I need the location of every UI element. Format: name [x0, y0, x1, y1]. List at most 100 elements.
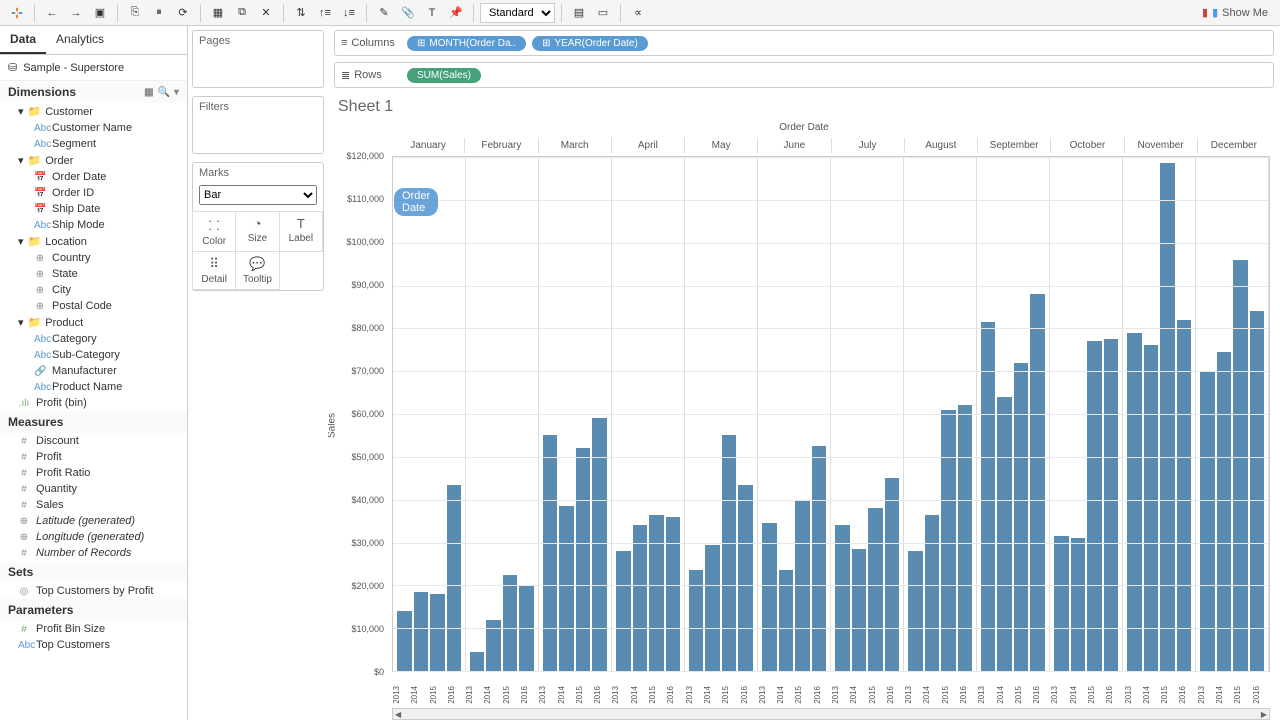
new-sheet-icon[interactable]: ▦	[207, 3, 229, 23]
parameter-item[interactable]: #Profit Bin Size	[0, 621, 187, 637]
bar[interactable]	[722, 435, 737, 671]
bar[interactable]	[430, 594, 445, 671]
sort-desc-icon[interactable]: ↓≡	[338, 3, 360, 23]
show-me-button[interactable]: ▮▮Show Me	[1196, 4, 1274, 21]
menu-icon[interactable]: ▾	[174, 87, 179, 98]
bar[interactable]	[835, 525, 850, 671]
bar[interactable]	[1030, 294, 1045, 671]
marks-color-button[interactable]: ⸬Color	[192, 211, 236, 252]
bar[interactable]	[908, 551, 923, 671]
field-ship-date[interactable]: 📅Ship Date	[0, 201, 187, 217]
sort-asc-icon[interactable]: ↑≡	[314, 3, 336, 23]
bar[interactable]	[1087, 341, 1102, 671]
field-manufacturer[interactable]: 🔗Manufacturer	[0, 363, 187, 379]
bar[interactable]	[812, 446, 827, 671]
columns-shelf[interactable]: ≡Columns ⊞MONTH(Order Da.. ⊞YEAR(Order D…	[334, 30, 1274, 56]
h-scrollbar[interactable]: ◀ ▶	[392, 708, 1270, 720]
refresh-icon[interactable]: ⟳	[172, 3, 194, 23]
bar[interactable]	[649, 515, 664, 671]
view-icon[interactable]: ▦	[144, 87, 153, 98]
new-datasource-icon[interactable]: ⎘	[124, 3, 146, 23]
bar[interactable]	[1104, 339, 1119, 671]
bar[interactable]	[1177, 320, 1192, 671]
pin-icon[interactable]: 📌	[445, 3, 467, 23]
bar[interactable]	[503, 575, 518, 671]
bar[interactable]	[941, 410, 956, 671]
filters-shelf[interactable]: Filters	[192, 96, 324, 154]
bar[interactable]	[705, 545, 720, 671]
forward-icon[interactable]: →	[65, 3, 87, 23]
bar[interactable]	[925, 515, 940, 671]
bar[interactable]	[868, 508, 883, 671]
duplicate-icon[interactable]: ⧉	[231, 3, 253, 23]
bar[interactable]	[1250, 311, 1265, 671]
swap-icon[interactable]: ⇅	[290, 3, 312, 23]
search-icon[interactable]: 🔍	[158, 87, 170, 98]
field-country[interactable]: ⊕Country	[0, 250, 187, 266]
field-postal-code[interactable]: ⊕Postal Code	[0, 298, 187, 314]
bar[interactable]	[981, 322, 996, 671]
bar[interactable]	[1160, 163, 1175, 671]
bar[interactable]	[559, 506, 574, 671]
measure-discount[interactable]: #Discount	[0, 433, 187, 449]
field-order-id[interactable]: 📅Order ID	[0, 185, 187, 201]
scroll-left-icon[interactable]: ◀	[395, 710, 401, 719]
field-segment[interactable]: AbcSegment	[0, 136, 187, 152]
pill-year-orderdate[interactable]: ⊞YEAR(Order Date)	[532, 36, 648, 51]
bar[interactable]	[738, 485, 753, 671]
bar[interactable]	[1144, 345, 1159, 671]
presentation-icon[interactable]: ▭	[592, 3, 614, 23]
bar[interactable]	[1127, 333, 1142, 671]
bar[interactable]	[470, 652, 485, 671]
fit-select[interactable]: Standard	[480, 3, 555, 23]
text-icon[interactable]: T	[421, 3, 443, 23]
tab-data[interactable]: Data	[0, 26, 46, 54]
field-product-name[interactable]: AbcProduct Name	[0, 379, 187, 395]
marks-label-button[interactable]: TLabel	[279, 211, 323, 252]
bar[interactable]	[1217, 352, 1232, 671]
pill-month-orderdate[interactable]: ⊞MONTH(Order Da..	[407, 36, 526, 51]
bar[interactable]	[1054, 536, 1069, 671]
field-city[interactable]: ⊕City	[0, 282, 187, 298]
measure-longitude-generated-[interactable]: ⊕Longitude (generated)	[0, 529, 187, 545]
measure-quantity[interactable]: #Quantity	[0, 481, 187, 497]
measure-latitude-generated-[interactable]: ⊕Latitude (generated)	[0, 513, 187, 529]
bar[interactable]	[1233, 260, 1248, 671]
tab-analytics[interactable]: Analytics	[46, 26, 114, 54]
measure-profit-ratio[interactable]: #Profit Ratio	[0, 465, 187, 481]
marks-tooltip-button[interactable]: 💬Tooltip	[235, 251, 279, 290]
bar[interactable]	[447, 485, 462, 671]
bar[interactable]	[1071, 538, 1086, 671]
clear-icon[interactable]: ✕	[255, 3, 277, 23]
marks-detail-button[interactable]: ⠿Detail	[192, 251, 236, 290]
back-icon[interactable]: ←	[41, 3, 63, 23]
mark-type-select[interactable]: Bar	[199, 185, 317, 205]
bar[interactable]	[997, 397, 1012, 671]
marks-size-button[interactable]: ◔Size	[235, 211, 279, 252]
pill-sum-sales[interactable]: SUM(Sales)	[407, 68, 481, 83]
bar[interactable]	[633, 525, 648, 671]
measure-number-of-records[interactable]: #Number of Records	[0, 545, 187, 561]
field-state[interactable]: ⊕State	[0, 266, 187, 282]
chart-plot[interactable]	[392, 156, 1270, 672]
save-icon[interactable]: ▣	[89, 3, 111, 23]
bar[interactable]	[616, 551, 631, 671]
bar[interactable]	[543, 435, 558, 671]
show-cards-icon[interactable]: ▤	[568, 3, 590, 23]
tableau-logo-icon[interactable]	[6, 3, 28, 23]
parameter-item[interactable]: AbcTop Customers	[0, 637, 187, 653]
bar[interactable]	[1014, 363, 1029, 671]
datasource-item[interactable]: ⛁ Sample - Superstore	[0, 55, 187, 81]
folder-location[interactable]: ▾📁Location	[0, 233, 187, 250]
share-icon[interactable]: ∝	[627, 3, 649, 23]
bar[interactable]	[1200, 371, 1215, 671]
bar[interactable]	[958, 405, 973, 671]
field-category[interactable]: AbcCategory	[0, 331, 187, 347]
rows-shelf[interactable]: ≣Rows SUM(Sales)	[334, 62, 1274, 88]
field-order-date[interactable]: 📅Order Date	[0, 169, 187, 185]
bar[interactable]	[397, 611, 412, 671]
sheet-title[interactable]: Sheet 1	[328, 90, 1280, 120]
group-icon[interactable]: 📎	[397, 3, 419, 23]
bar[interactable]	[666, 517, 681, 671]
field-customer-name[interactable]: AbcCustomer Name	[0, 120, 187, 136]
